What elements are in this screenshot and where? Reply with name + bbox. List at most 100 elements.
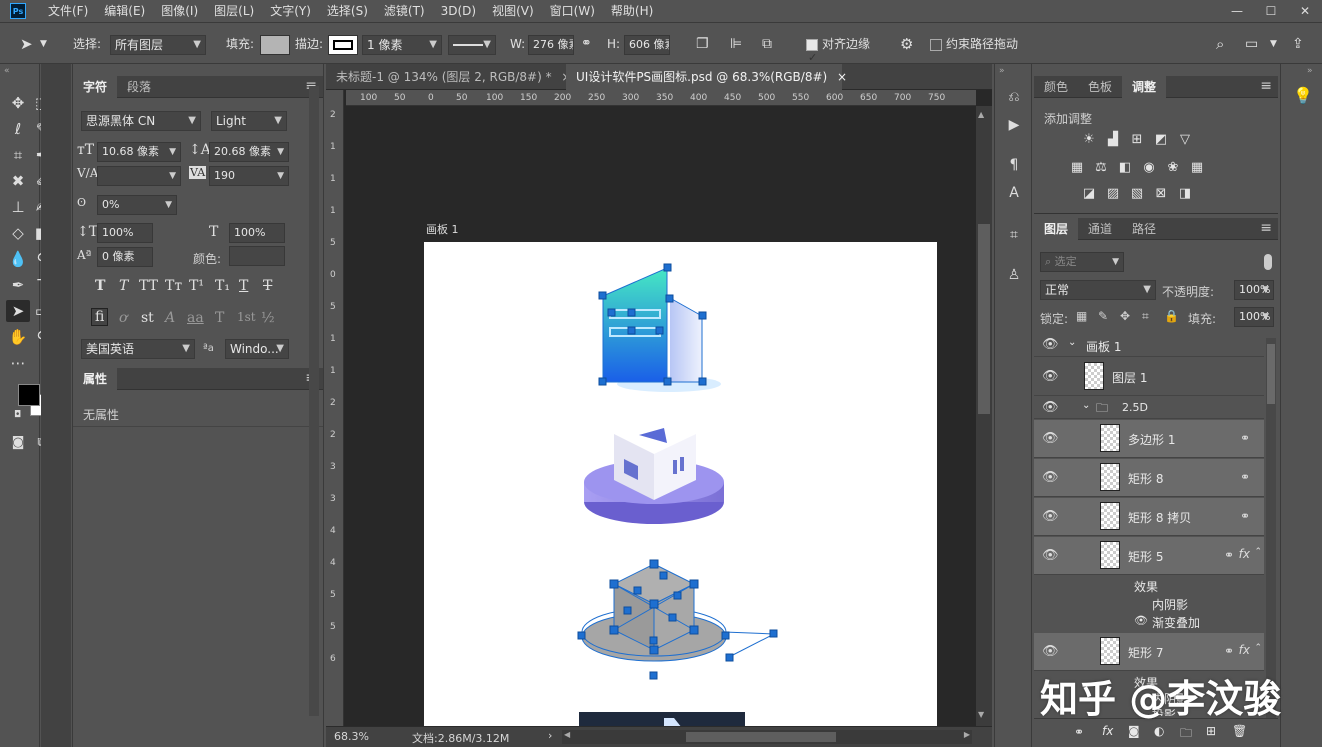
character-styles-icon[interactable]: A xyxy=(1003,182,1025,204)
underline-button[interactable]: T xyxy=(239,278,248,294)
hscroll-thumb[interactable] xyxy=(686,732,836,742)
menu-3d[interactable]: 3D(D) xyxy=(433,0,484,22)
visibility-eye-icon[interactable]: 👁 xyxy=(1042,337,1059,352)
visibility-eye-icon[interactable]: 👁 xyxy=(1042,470,1059,485)
lock-image-icon[interactable]: ✎ xyxy=(1098,309,1108,323)
small-caps-button[interactable]: Tт xyxy=(165,278,182,294)
collapse-effects-icon[interactable]: ⌃ xyxy=(1254,643,1262,653)
tsume-field[interactable]: 0% ▼ xyxy=(97,195,177,215)
quick-mask-icon[interactable]: ◙ xyxy=(6,432,30,454)
constrain-path-checkbox[interactable]: 约束路径拖动 xyxy=(930,23,1018,65)
vertical-scale-field[interactable]: 100% xyxy=(97,223,153,243)
superscript-button[interactable]: T¹ xyxy=(189,278,204,294)
effect-gradient-overlay[interactable]: 渐变叠加 xyxy=(1152,614,1200,631)
history-icon[interactable]: ⎌ xyxy=(1003,86,1025,108)
fill-field[interactable]: 100% ▼ xyxy=(1234,307,1274,327)
new-layer-icon[interactable]: ⊞ xyxy=(1206,724,1216,738)
layer-row-polygon1[interactable]: 👁 多边形 1 ⚭ xyxy=(1034,420,1264,458)
share-icon[interactable]: ⇪ xyxy=(1292,23,1304,65)
width-field[interactable]: 276 像素 xyxy=(528,35,574,55)
text-color-swatch[interactable] xyxy=(229,246,285,266)
height-field[interactable]: 606 像素 xyxy=(624,35,670,55)
posterize-icon[interactable]: ▨ xyxy=(1104,186,1122,202)
more-tools-icon[interactable]: ⋯ xyxy=(6,352,30,374)
lightbulb-icon[interactable]: 💡 xyxy=(1293,86,1313,105)
fx-icon[interactable]: fx xyxy=(1239,643,1250,657)
ornaments-button[interactable]: T xyxy=(215,310,224,326)
visibility-eye-icon[interactable]: 👁 xyxy=(1042,509,1059,524)
exposure-icon[interactable]: ◩ xyxy=(1152,132,1170,148)
tool-preset-dropdown-icon[interactable]: ▼ xyxy=(40,23,47,65)
panel-scrollbar[interactable] xyxy=(309,86,319,716)
delete-layer-icon[interactable]: 🗑 xyxy=(1232,724,1247,738)
menu-file[interactable]: 文件(F) xyxy=(40,0,96,22)
actions-play-icon[interactable]: ▶ xyxy=(1003,114,1025,136)
link-layers-icon[interactable]: ⚭ xyxy=(1074,725,1084,739)
faux-italic-button[interactable]: T xyxy=(119,278,128,294)
strikethrough-button[interactable]: T xyxy=(263,278,272,294)
menu-filter[interactable]: 滤镜(T) xyxy=(376,0,433,22)
path-select-tool-icon[interactable]: ➤ xyxy=(20,23,33,65)
layer-row-artboard[interactable]: 👁 ⌄ 画板 1 xyxy=(1034,333,1264,357)
menu-image[interactable]: 图像(I) xyxy=(153,0,206,22)
expand-chevron-icon[interactable]: ⌄ xyxy=(1082,400,1090,411)
vertical-scrollbar[interactable]: ▲ ▼ xyxy=(976,106,992,726)
tab-channels[interactable]: 通道 xyxy=(1078,218,1122,240)
lasso-tool-icon[interactable]: ℓ xyxy=(6,118,30,140)
lock-all-icon[interactable]: 🔒 xyxy=(1164,309,1179,323)
path-arrangement-icon[interactable]: ⧉ xyxy=(762,23,772,65)
workspace-icon[interactable]: ▭ xyxy=(1245,23,1258,65)
align-edges-checkbox[interactable]: 对齐边缘 xyxy=(806,23,870,79)
zoom-level[interactable]: 68.3% xyxy=(334,730,369,743)
stylistic-alt-button[interactable]: st xyxy=(141,310,154,326)
stroke-type-dropdown[interactable]: ▼ xyxy=(448,35,496,55)
tracking-field[interactable]: 190 ▼ xyxy=(209,166,289,186)
fx-icon[interactable]: fx xyxy=(1239,547,1250,561)
lock-position-icon[interactable]: ✥ xyxy=(1120,309,1130,323)
stroke-width-field[interactable]: 1 像素 ▼ xyxy=(362,35,442,55)
crop-tool-icon[interactable]: ⌗ xyxy=(6,144,30,166)
puppet-icon[interactable]: ♙ xyxy=(1003,264,1025,286)
doc-tab-active[interactable]: UI设计软件PS画图标.psd @ 68.3%(RGB/8#) × xyxy=(566,64,847,90)
crop-panel-icon[interactable]: ⌗ xyxy=(1003,224,1025,246)
titling-button[interactable]: aa xyxy=(187,310,204,326)
visibility-eye-icon[interactable]: 👁 xyxy=(1042,400,1059,415)
path-operations-icon[interactable]: ❐ xyxy=(696,23,709,65)
visibility-eye-icon[interactable]: 👁 xyxy=(1042,548,1059,563)
menu-view[interactable]: 视图(V) xyxy=(484,0,542,22)
expand-chevron-icon[interactable]: ⌄ xyxy=(1068,337,1076,348)
artboard-canvas[interactable] xyxy=(424,242,937,732)
tab-properties[interactable]: 属性 xyxy=(73,368,118,390)
menu-type[interactable]: 文字(Y) xyxy=(262,0,319,22)
curves-icon[interactable]: ⊞ xyxy=(1128,132,1146,148)
antialias-dropdown[interactable]: Windo... ▼ xyxy=(225,339,289,359)
add-style-icon[interactable]: fx xyxy=(1102,724,1113,738)
adjustments-menu-icon[interactable]: ≡ xyxy=(1260,78,1272,94)
tab-adjustments[interactable]: 调整 xyxy=(1122,76,1167,98)
add-mask-icon[interactable]: ◙ xyxy=(1128,724,1140,738)
layer-row-group[interactable]: 👁 ⌄ 🗀 2.5D xyxy=(1034,397,1264,419)
layer-row-rect8[interactable]: 👁 矩形 8 ⚭ xyxy=(1034,459,1264,497)
lock-artboard-icon[interactable]: ⌗ xyxy=(1142,309,1149,324)
layer-row-rect8-copy[interactable]: 👁 矩形 8 拷贝 ⚭ xyxy=(1034,498,1264,536)
hue-saturation-icon[interactable]: ▦ xyxy=(1068,160,1086,176)
leading-field[interactable]: 20.68 像素 ▼ xyxy=(209,142,289,162)
artboard-label[interactable]: 画板 1 xyxy=(426,221,459,237)
layer-filter-field[interactable]: ⌕ 选定 ▼ xyxy=(1040,252,1124,272)
layers-menu-icon[interactable]: ≡ xyxy=(1260,220,1272,236)
collapse-icon[interactable]: » xyxy=(1307,66,1313,76)
tab-paths[interactable]: 路径 xyxy=(1122,218,1166,240)
stroke-swatch[interactable] xyxy=(328,35,358,55)
threshold-icon[interactable]: ▧ xyxy=(1128,186,1146,202)
vibrance-icon[interactable]: ▽ xyxy=(1176,132,1194,148)
collapse-icon[interactable]: « xyxy=(4,66,10,76)
paragraph-styles-icon[interactable]: ¶ xyxy=(1003,154,1025,176)
close-tab-icon[interactable]: × xyxy=(837,70,847,84)
visibility-eye-icon[interactable]: 👁 xyxy=(1042,431,1059,446)
search-icon[interactable]: ⌕ xyxy=(1216,23,1224,65)
filter-toggle[interactable] xyxy=(1264,254,1272,270)
eraser-tool-icon[interactable]: ◇ xyxy=(6,222,30,244)
effect-eye-icon[interactable]: 👁 xyxy=(1134,614,1148,627)
lock-transparent-icon[interactable]: ▦ xyxy=(1076,309,1087,323)
language-dropdown[interactable]: 美国英语 ▼ xyxy=(81,339,195,359)
